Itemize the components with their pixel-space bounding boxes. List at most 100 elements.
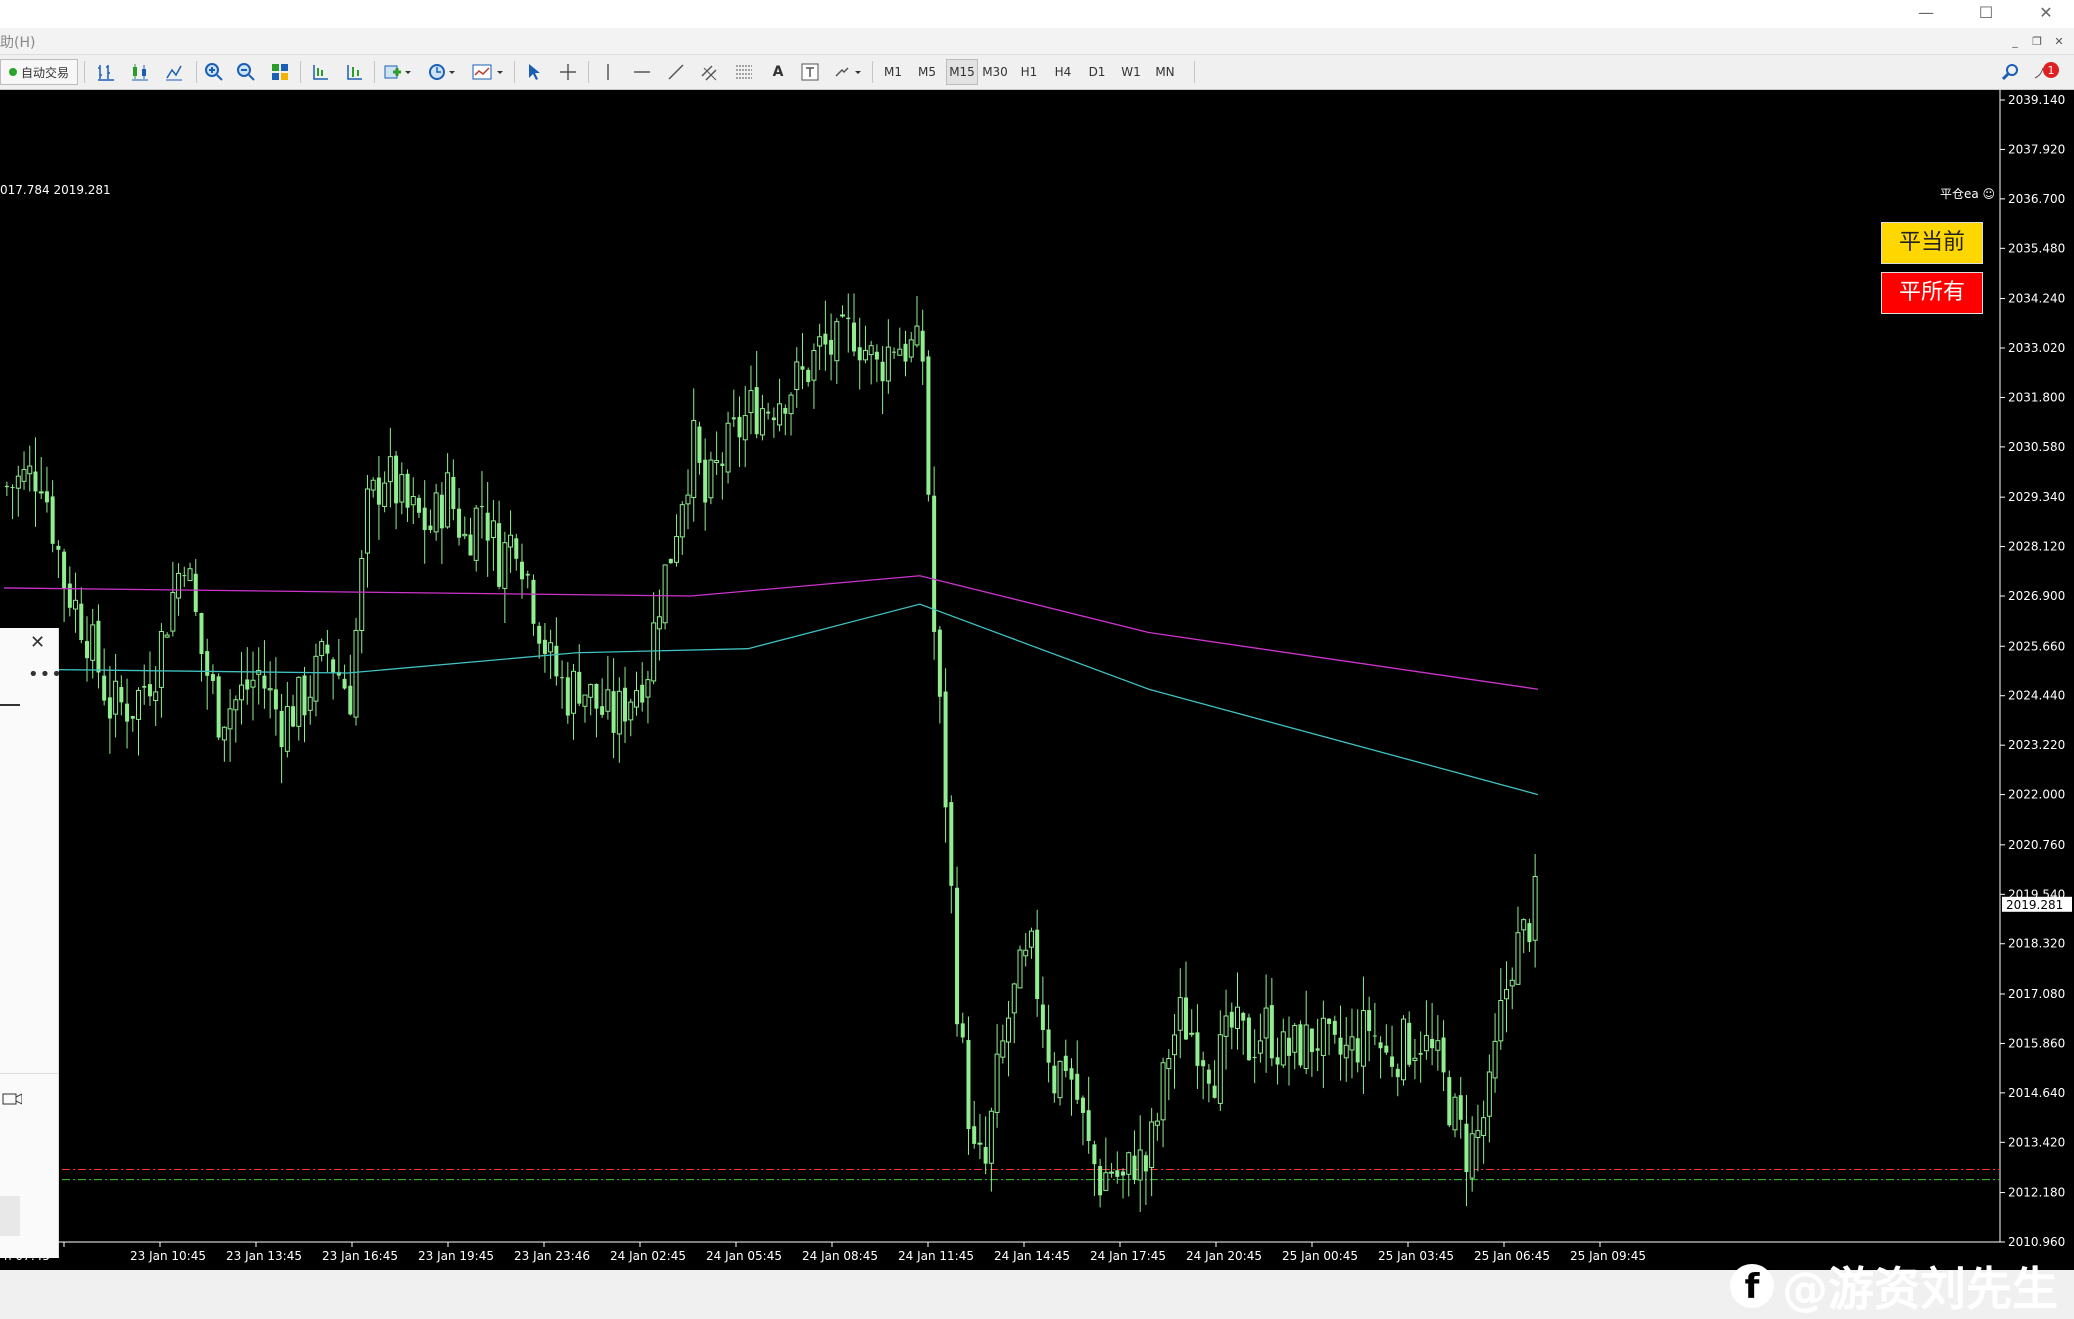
panel-close-icon[interactable]: ✕ [30,632,45,653]
maximize-window-button[interactable]: ☐ [1966,2,2006,24]
candle-body-up [1223,1015,1229,1037]
price-chart[interactable]: 2039.140 2037.920 2036.700 2035.480 2034.240… [0,90,2074,1316]
candle-body-up [685,494,691,505]
text-tool-button[interactable]: A [764,59,792,85]
candle-body-down [1241,1012,1246,1021]
chart-shift-icon[interactable] [306,59,334,85]
text-label-icon[interactable] [796,59,824,85]
toolbar-separator [374,61,375,83]
candle-body-down [537,625,542,644]
candle-body-up [817,336,823,347]
menu-help[interactable]: 助(H) [0,32,35,52]
candle-body-down [800,366,805,370]
y-tick-label: 2014.640 [2008,1086,2065,1100]
candle-body-down [1327,1018,1332,1024]
tile-windows-icon[interactable] [266,59,294,85]
autoscroll-icon[interactable] [340,59,368,85]
panel-tab-indicator [0,704,20,706]
candle-body-up [1057,1060,1063,1099]
fibonacci-icon[interactable] [730,59,758,85]
vertical-line-icon[interactable] [594,59,622,85]
candle-body-down [325,644,330,654]
candle-body-up [645,679,651,698]
candle-body-down [1195,1032,1200,1066]
toolbar-separator [300,61,301,83]
y-tick-label: 2033.020 [2008,341,2065,355]
candle-body-down [1447,1077,1452,1126]
candle-body-up [250,679,256,688]
cursor-icon[interactable] [520,59,548,85]
candle-body-down [394,455,399,504]
arrows-icon[interactable] [830,59,866,85]
candle-body-up [1011,983,1017,1014]
candle-body-up [502,542,508,589]
video-camera-icon[interactable] [2,1091,22,1107]
autotrade-status-icon [8,68,17,76]
timeframe-d1-button[interactable]: D1 [1082,59,1112,85]
timeframe-m15-button[interactable]: M15 [946,59,978,85]
timeframe-mn-button[interactable]: MN [1150,59,1180,85]
timeframe-m5-button[interactable]: M5 [912,59,942,85]
candle-body-up [153,691,159,702]
horizontal-line-icon[interactable] [628,59,656,85]
candle-body-up [1217,1034,1223,1104]
toolbar-separator [196,61,197,83]
timeframe-m1-button[interactable]: M1 [878,59,908,85]
timeframe-w1-button[interactable]: W1 [1116,59,1146,85]
toolbar-separator [84,61,85,83]
templates-icon[interactable] [468,59,508,85]
crosshair-icon[interactable] [554,59,582,85]
candle-body-down [205,651,210,676]
candle-body-up [1137,1149,1143,1181]
candle-body-up [284,706,290,752]
candle-body-down [439,494,444,529]
x-tick-label: 24 Jan 14:45 [994,1249,1070,1263]
candle-body-up [445,472,451,528]
bar-chart-icon[interactable] [92,59,120,85]
candle-body-up [1234,1006,1240,1029]
candle-body-up [387,456,393,483]
close-all-button[interactable]: 平所有 [1881,272,1983,314]
minimize-window-button[interactable]: — [1906,2,1946,24]
mdi-minimize-button[interactable]: _ [2006,34,2024,50]
trendline-icon[interactable] [662,59,690,85]
mdi-close-button[interactable]: ✕ [2050,34,2068,50]
toolbar-separator [588,61,589,83]
toolbar-separator [872,61,873,83]
timeframe-h1-button[interactable]: H1 [1014,59,1044,85]
candle-body-down [1098,1166,1103,1196]
candle-body-down [703,459,708,503]
indicators-icon[interactable] [380,59,416,85]
more-options-icon[interactable]: ••• [28,664,63,685]
candlestick-icon[interactable] [126,59,154,85]
timeframe-m30-button[interactable]: M30 [980,59,1010,85]
notifications-icon[interactable]: 1 [2030,59,2064,85]
candle-body-down [376,477,381,505]
line-chart-icon[interactable] [160,59,188,85]
zoom-out-icon[interactable] [232,59,260,85]
x-tick-label: 25 Jan 06:45 [1474,1249,1550,1263]
watermark: f @游资刘先生 [1730,1258,2058,1316]
mdi-restore-button[interactable]: ❐ [2028,34,2046,50]
panel-gray-block [0,1196,20,1236]
candle-body-up [885,346,891,382]
candle-body-up [548,642,554,653]
ea-label: 平仓ea ☺ [1940,187,1996,201]
candle-body-up [1257,1040,1263,1054]
y-tick-label: 2018.320 [2008,937,2065,951]
zoom-in-icon[interactable] [200,59,228,85]
timeframe-h4-button[interactable]: H4 [1048,59,1078,85]
candle-body-up [90,624,96,661]
periods-clock-icon[interactable] [424,59,460,85]
close-current-button[interactable]: 平当前 [1881,222,1983,264]
equidistant-channel-icon[interactable] [696,59,724,85]
close-window-button[interactable]: ✕ [2026,2,2066,24]
candle-body-down [10,487,15,489]
candle-body-down [342,678,347,689]
candle-body-down [33,471,38,492]
candle-body-up [571,670,577,714]
candle-body-down [84,641,89,659]
search-icon[interactable] [1996,59,2024,85]
autotrade-button[interactable]: 自动交易 [0,59,78,85]
y-tick-label: 2020.760 [2008,838,2065,852]
